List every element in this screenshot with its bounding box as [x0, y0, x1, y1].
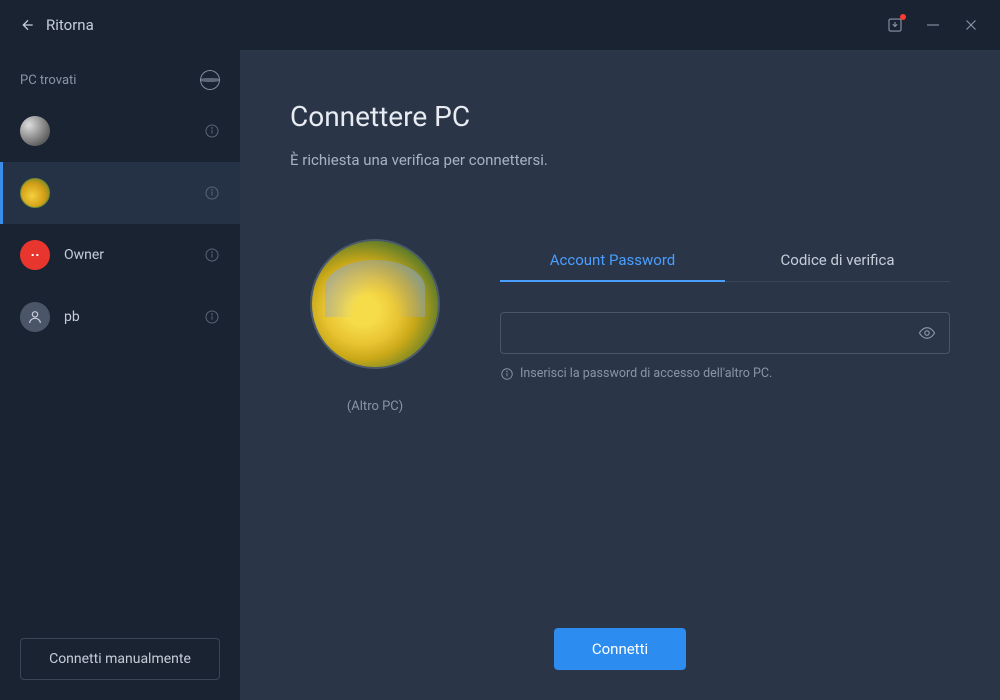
- titlebar-controls: [886, 16, 980, 34]
- sidebar: PC trovati: [0, 50, 240, 700]
- page-title: Connettere PC: [290, 100, 950, 133]
- info-icon: [500, 367, 514, 381]
- back-label: Ritorna: [46, 16, 94, 34]
- back-arrow-icon: [20, 17, 36, 33]
- pc-item[interactable]: pb: [0, 286, 240, 348]
- content-panel: Connettere PC È richiesta una verifica p…: [240, 50, 1000, 700]
- tab-verification-code[interactable]: Codice di verifica: [725, 239, 950, 281]
- password-hint: Inserisci la password di accesso dell'al…: [500, 366, 950, 381]
- pc-avatar-icon: [20, 178, 50, 208]
- connect-button[interactable]: Connetti: [554, 628, 686, 670]
- close-icon: [962, 16, 980, 34]
- avatar-section: (Altro PC): [290, 239, 440, 414]
- notifications-button[interactable]: [886, 16, 904, 34]
- info-icon[interactable]: [204, 309, 220, 325]
- pc-item[interactable]: [0, 162, 240, 224]
- hint-text: Inserisci la password di accesso dell'al…: [520, 366, 772, 381]
- pc-label: pb: [64, 309, 80, 325]
- pc-label: Owner: [64, 247, 104, 263]
- close-button[interactable]: [962, 16, 980, 34]
- globe-icon[interactable]: [200, 70, 220, 90]
- pc-avatar-icon: [20, 302, 50, 332]
- info-icon[interactable]: [204, 185, 220, 201]
- pc-avatar-icon: [20, 240, 50, 270]
- password-input[interactable]: [500, 312, 950, 354]
- info-icon[interactable]: [204, 247, 220, 263]
- pc-item[interactable]: Owner: [0, 224, 240, 286]
- minimize-button[interactable]: [924, 16, 942, 34]
- sidebar-title: PC trovati: [20, 73, 76, 88]
- pc-item[interactable]: [0, 100, 240, 162]
- sidebar-header: PC trovati: [0, 60, 240, 100]
- manual-connect-button[interactable]: Connetti manualmente: [20, 638, 220, 680]
- remote-pc-avatar-icon: [310, 239, 440, 369]
- avatar-caption: (Altro PC): [347, 399, 403, 414]
- pc-avatar-icon: [20, 116, 50, 146]
- back-button[interactable]: Ritorna: [20, 16, 94, 34]
- notification-dot-icon: [900, 14, 906, 20]
- toggle-password-visibility-icon[interactable]: [918, 324, 936, 342]
- auth-tabs: Account Password Codice di verifica: [500, 239, 950, 282]
- minimize-icon: [924, 16, 942, 34]
- titlebar: Ritorna: [0, 0, 1000, 50]
- tab-password[interactable]: Account Password: [500, 239, 725, 281]
- info-icon[interactable]: [204, 123, 220, 139]
- pc-list: Owner pb: [0, 100, 240, 618]
- page-subtitle: È richiesta una verifica per connettersi…: [290, 151, 950, 169]
